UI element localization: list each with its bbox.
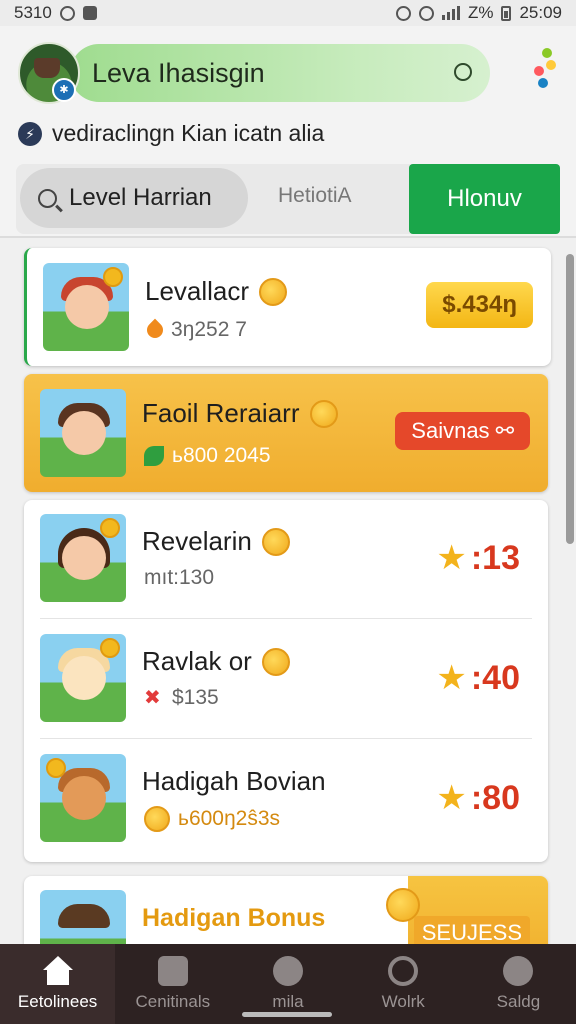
search-icon: [388, 956, 419, 986]
nav-label: mila: [272, 992, 304, 1011]
bonus-card[interactable]: Hadigan Bonus SEUJESS: [24, 876, 548, 944]
menu-dots-icon[interactable]: [526, 48, 566, 98]
star-icon: ★: [436, 659, 467, 697]
alarm-icon: [418, 5, 434, 21]
battery-icon: [501, 5, 512, 21]
coin-icon: [309, 399, 338, 428]
search-icon[interactable]: [454, 63, 472, 81]
battery-percent: Z%: [467, 3, 494, 22]
bag-icon: [157, 956, 188, 986]
item-sub-text: 3ŋ252 7: [171, 318, 247, 341]
item-name: Levallacr: [145, 276, 288, 307]
item-thumbnail: [40, 634, 126, 722]
item-sub: 3ŋ252 7: [143, 318, 247, 342]
clock-status-icon: [59, 5, 75, 21]
nav-item-search[interactable]: Wolrk: [346, 944, 461, 1024]
nav-label: Saldg: [496, 992, 541, 1011]
tab-search-label: Level Harrian: [69, 184, 212, 211]
item-name: Hadigah Bovian: [142, 766, 326, 797]
item-list: Levallacr 3ŋ252 7 $.434ŋ Faoil Reraiarr …: [0, 238, 576, 944]
moon-icon: [273, 956, 303, 986]
item-sub-text: ь800 2045: [172, 444, 271, 467]
nav-label: Cenitinals: [135, 992, 211, 1011]
bolt-icon: ⚡: [18, 121, 42, 146]
item-score: ★ :40: [436, 658, 520, 698]
item-name-text: Ravlak or: [142, 646, 252, 676]
bluetooth-icon: [395, 5, 411, 21]
item-thumbnail: [40, 890, 126, 944]
item-thumbnail: [40, 754, 126, 842]
item-sub: ✖ $135: [144, 686, 219, 710]
price-button[interactable]: $.434ŋ: [426, 282, 533, 328]
item-sub-text: ь600ŋ2ŝ3s: [178, 807, 281, 830]
coin-icon: [261, 527, 290, 556]
scrollbar[interactable]: [566, 254, 574, 544]
subtitle-text: vediraclingn Kian icatn alia: [52, 120, 325, 146]
score-value: :13: [470, 538, 520, 577]
mail-status-icon: [82, 6, 97, 20]
tab-active[interactable]: Hlonuv: [409, 164, 560, 234]
page-title: Leva Ihasisgin: [92, 57, 265, 88]
row-divider: [40, 738, 532, 739]
star-icon: ★: [436, 779, 467, 817]
home-icon: [41, 956, 75, 986]
signal-icon: [441, 6, 460, 20]
item-name-text: Hadigah Bovian: [142, 766, 326, 796]
item-thumbnail: [40, 389, 126, 477]
item-sub: mıt:130: [144, 566, 215, 589]
coin-icon: [259, 277, 288, 306]
leaf-icon: [144, 446, 164, 466]
item-name-text: Faoil Reraiarr: [142, 398, 300, 428]
item-name: Revelarin: [142, 526, 290, 557]
profile-icon: [503, 956, 534, 986]
row-divider: [40, 618, 532, 619]
item-sub: ь800 2045: [144, 444, 271, 468]
save-button-label: Saivnas: [411, 418, 490, 443]
save-button[interactable]: Saivnas ⚯: [395, 412, 530, 450]
status-time: 25:09: [519, 3, 562, 22]
coin-icon: [144, 806, 170, 832]
tab-middle[interactable]: HetiotiA: [278, 184, 352, 208]
title-pill[interactable]: Leva Ihasisgin: [70, 44, 490, 102]
nav-label: Eetolinees: [17, 992, 98, 1011]
item-score: ★ :13: [436, 538, 520, 578]
tab-search[interactable]: Level Harrian: [20, 168, 248, 228]
star-icon: ★: [436, 539, 467, 577]
link-icon: ⚯: [495, 418, 514, 443]
tab-bar: Level Harrian HetiotiA Hlonuv: [16, 164, 560, 234]
item-sub-text: $135: [172, 686, 219, 709]
item-thumbnail: [40, 514, 126, 602]
item-name: Ravlak or: [142, 646, 290, 677]
bonus-button[interactable]: SEUJESS: [413, 916, 530, 944]
home-indicator[interactable]: [242, 1012, 332, 1017]
list-item[interactable]: Levallacr 3ŋ252 7 $.434ŋ: [24, 248, 551, 366]
nav-item-profile[interactable]: Saldg: [461, 944, 576, 1024]
subtitle-row: ⚡ vediraclingn Kian icatn alia: [18, 120, 324, 147]
status-left-text: 5310: [14, 3, 52, 22]
puzzle-icon: ✖: [144, 687, 161, 709]
nav-label: Wolrk: [381, 992, 425, 1011]
item-name: Faoil Reraiarr: [142, 398, 338, 429]
coin-icon: [261, 647, 290, 676]
magnifier-icon: [38, 188, 57, 208]
nav-item-bag[interactable]: Cenitinals: [115, 944, 230, 1024]
score-value: :40: [470, 658, 520, 697]
settings-badge-icon: ✱: [52, 78, 76, 102]
item-score: ★ :80: [436, 778, 520, 818]
item-sub: ь600ŋ2ŝ3s: [144, 806, 280, 832]
nav-item-home[interactable]: Eetolinees: [0, 944, 116, 1024]
item-name-text: Levallacr: [145, 276, 250, 306]
heart-icon: [143, 318, 167, 342]
item-name-text: Revelarin: [142, 526, 252, 556]
list-item-highlighted[interactable]: Faoil Reraiarr ь800 2045 Saivnas ⚯: [24, 374, 548, 492]
item-thumbnail: [43, 263, 129, 351]
bonus-title: Hadigan Bonus: [142, 904, 326, 932]
header: Leva Ihasisgin ✱ ⚡ vediraclingn Kian ica…: [0, 26, 576, 236]
status-bar: 5310 Z% 25:09: [0, 0, 576, 26]
list-group: Revelarin mıt:130 ★ :13 Ravlak or ✖ $135: [24, 500, 548, 862]
score-value: :80: [470, 778, 520, 817]
